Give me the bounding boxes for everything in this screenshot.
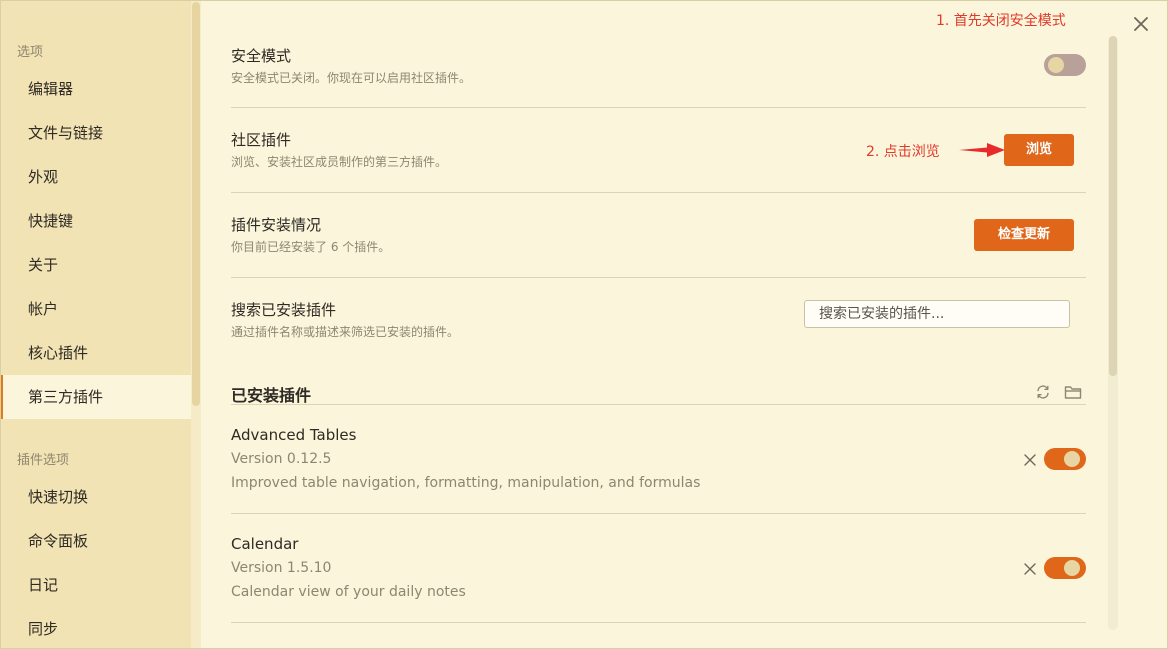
search-installed-title: 搜索已安装插件: [231, 301, 337, 319]
annotation-step2: 2. 点击浏览: [866, 144, 940, 160]
setting-row-installed-status: 插件安装情况 你目前已经安装了 6 个插件。 检查更新: [231, 193, 1086, 278]
browse-button[interactable]: 浏览: [1004, 134, 1074, 166]
search-installed-input[interactable]: [804, 300, 1070, 328]
sidebar-item-quick-switcher[interactable]: 快速切换: [0, 475, 191, 519]
community-plugins-title: 社区插件: [231, 131, 292, 149]
sidebar-heading-plugin-options: 插件选项: [17, 453, 70, 468]
installed-plugins-heading: 已安装插件: [231, 386, 312, 405]
annotation-arrow-icon: [959, 143, 1005, 157]
plugin-name: Calendar: [231, 535, 299, 553]
plugin-enable-toggle[interactable]: [1044, 557, 1086, 579]
safe-mode-desc: 安全模式已关闭。你现在可以启用社区插件。: [231, 71, 472, 85]
sidebar-item-appearance[interactable]: 外观: [0, 155, 191, 199]
content-scrollbar-thumb[interactable]: [1109, 36, 1117, 376]
setting-row-safe-mode: 安全模式 安全模式已关闭。你现在可以启用社区插件。: [231, 36, 1086, 108]
toggle-knob: [1064, 451, 1080, 467]
sidebar-item-core-plugins[interactable]: 核心插件: [0, 331, 191, 375]
sidebar-scrollbar[interactable]: [191, 0, 201, 649]
reload-plugins-icon[interactable]: [1035, 384, 1051, 404]
plugin-version: Version 0.12.5: [231, 451, 332, 467]
check-updates-button[interactable]: 检查更新: [974, 219, 1074, 251]
plugin-enable-toggle[interactable]: [1044, 448, 1086, 470]
settings-content: 1. 首先关闭安全模式 安全模式 安全模式已关闭。你现在可以启用社区插件。 社区…: [201, 0, 1168, 649]
sidebar-item-about[interactable]: 关于: [0, 243, 191, 287]
sidebar-item-hotkeys[interactable]: 快捷键: [0, 199, 191, 243]
community-plugins-desc: 浏览、安装社区成员制作的第三方插件。: [231, 155, 448, 169]
plugin-desc: Improved table navigation, formatting, m…: [231, 475, 701, 491]
sidebar-scrollbar-thumb[interactable]: [192, 2, 200, 406]
plugin-desc: Calendar view of your daily notes: [231, 584, 466, 600]
sidebar-item-editor[interactable]: 编辑器: [0, 67, 191, 111]
installed-plugins-header: 已安装插件: [231, 372, 1086, 405]
safe-mode-title: 安全模式: [231, 47, 292, 65]
close-settings-icon[interactable]: [1133, 16, 1149, 36]
settings-sidebar: 选项 编辑器 文件与链接 外观 快捷键 关于 帐户 核心插件 第三方插件 插件选…: [0, 0, 191, 649]
uninstall-plugin-icon[interactable]: [1023, 561, 1037, 580]
sidebar-item-command-palette[interactable]: 命令面板: [0, 519, 191, 563]
plugin-name: Advanced Tables: [231, 426, 357, 444]
content-scrollbar[interactable]: [1108, 36, 1118, 630]
toggle-knob: [1064, 560, 1080, 576]
setting-row-search: 搜索已安装插件 通过插件名称或描述来筛选已安装的插件。: [231, 278, 1086, 362]
safe-mode-toggle[interactable]: [1044, 54, 1086, 76]
sidebar-heading-options: 选项: [17, 45, 44, 60]
sidebar-item-community-plugins[interactable]: 第三方插件: [0, 375, 191, 419]
uninstall-plugin-icon[interactable]: [1023, 452, 1037, 471]
sidebar-item-files-links[interactable]: 文件与链接: [0, 111, 191, 155]
sidebar-item-account[interactable]: 帐户: [0, 287, 191, 331]
toggle-knob: [1048, 57, 1064, 73]
installed-status-title: 插件安装情况: [231, 216, 322, 234]
plugin-version: Version 1.5.10: [231, 560, 332, 576]
plugin-row-advanced-tables: Advanced Tables Version 0.12.5 Improved …: [231, 405, 1086, 514]
annotation-step1: 1. 首先关闭安全模式: [936, 13, 1066, 29]
setting-row-community-plugins: 社区插件 浏览、安装社区成员制作的第三方插件。 2. 点击浏览 浏览: [231, 108, 1086, 193]
installed-status-desc: 你目前已经安装了 6 个插件。: [231, 240, 391, 254]
plugin-row-calendar: Calendar Version 1.5.10 Calendar view of…: [231, 514, 1086, 623]
open-plugins-folder-icon[interactable]: [1064, 384, 1082, 404]
sidebar-item-daily-notes[interactable]: 日记: [0, 563, 191, 607]
search-installed-desc: 通过插件名称或描述来筛选已安装的插件。: [231, 325, 460, 339]
sidebar-item-sync[interactable]: 同步: [0, 607, 191, 649]
